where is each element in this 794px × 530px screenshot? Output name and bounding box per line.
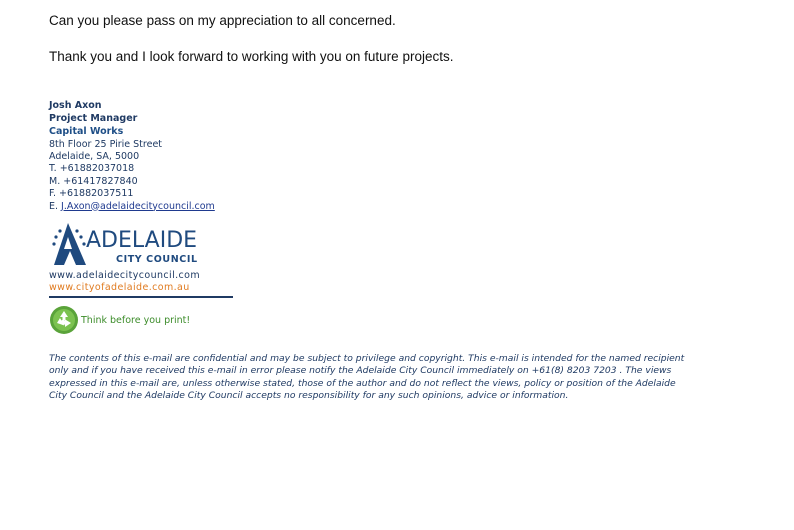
website-link-city[interactable]: www.cityofadelaide.com.au xyxy=(49,282,190,293)
recycle-icon xyxy=(50,306,78,334)
signature-divider xyxy=(49,296,233,298)
signature-name: Josh Axon xyxy=(49,100,102,111)
signature-email-line: E. J.Axon@adelaidecitycouncil.com xyxy=(49,201,309,213)
email-signature: Josh Axon Project Manager Capital Works … xyxy=(49,100,309,213)
signature-fax: F. +61882037511 xyxy=(49,188,134,200)
disclaimer-line: City Council and the Adelaide City Counc… xyxy=(49,389,569,401)
logo-wordmark: ADELAIDE xyxy=(86,228,198,253)
email-disclaimer: The contents of this e-mail are confiden… xyxy=(49,353,769,402)
signature-address-line2: Adelaide, SA, 5000 xyxy=(49,150,140,162)
website-link-council[interactable]: www.adelaidecitycouncil.com xyxy=(49,270,200,281)
signature-email-prefix: E. xyxy=(49,200,62,212)
signature-department: Capital Works xyxy=(49,126,124,137)
signature-mobile: M. +61417827840 xyxy=(49,175,138,187)
think-before-print-text: Think before you print! xyxy=(81,315,191,326)
signature-phone: T. +61882037018 xyxy=(49,163,135,175)
disclaimer-line: only and if you have received this e-mai… xyxy=(49,365,672,377)
adelaide-city-council-logo: ADELAIDE CITY COUNCIL xyxy=(50,221,200,267)
email-body-line: Can you please pass on my appreciation t… xyxy=(49,13,396,28)
disclaimer-line: expressed in this e-mail are, unless oth… xyxy=(49,377,676,389)
signature-address-line1: 8th Floor 25 Pirie Street xyxy=(49,138,163,150)
signature-title: Project Manager xyxy=(49,112,138,124)
email-body-line: Thank you and I look forward to working … xyxy=(49,49,454,64)
logo-subtitle: CITY COUNCIL xyxy=(116,254,198,265)
signature-email-link[interactable]: J.Axon@adelaidecitycouncil.com xyxy=(61,201,215,212)
disclaimer-line: The contents of this e-mail are confiden… xyxy=(49,353,685,364)
